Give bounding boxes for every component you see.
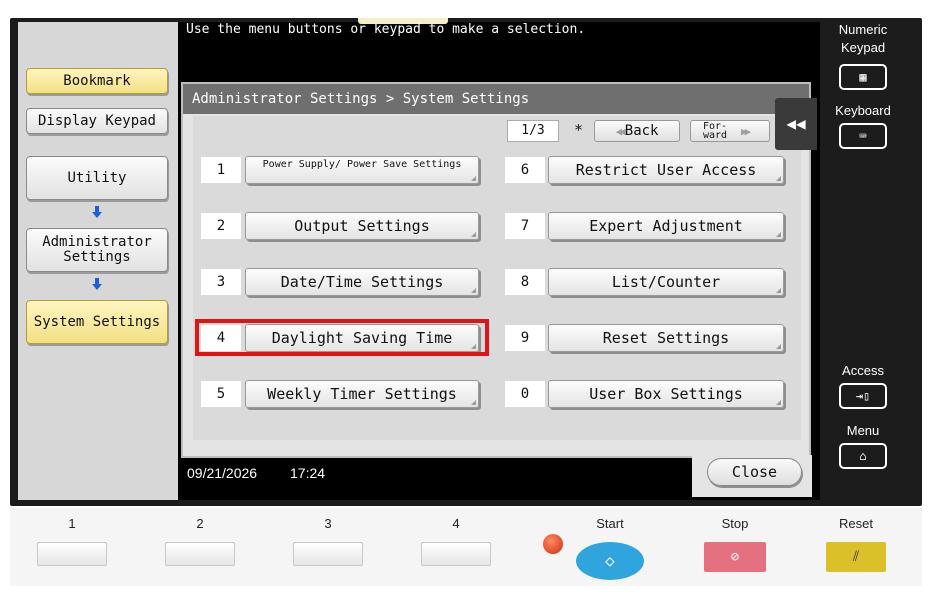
expert-adjustment-button[interactable]: Expert Adjustment	[548, 212, 784, 240]
access-label: Access	[842, 363, 884, 378]
menu-number: 3	[201, 269, 241, 295]
start-icon: ◇	[605, 551, 615, 570]
start-button[interactable]: ◇	[576, 542, 644, 580]
reset-button[interactable]: ⫽	[826, 542, 886, 572]
reset-settings-button[interactable]: Reset Settings	[548, 324, 784, 352]
numeric-keypad-label: Numeric Keypad	[838, 22, 888, 55]
user-box-settings-button[interactable]: User Box Settings	[548, 380, 784, 408]
breadcrumb: Administrator Settings > System Settings	[183, 84, 809, 114]
key-4-label: 4	[452, 516, 460, 531]
menu-number: 0	[505, 381, 545, 407]
selection-highlight	[195, 319, 489, 356]
system-settings-button[interactable]: System Settings	[26, 300, 168, 344]
numeric-keypad-icon[interactable]: ▦	[839, 64, 887, 90]
forward-label: For-ward	[702, 121, 728, 141]
hardware-key-2[interactable]	[165, 542, 235, 566]
status-time: 17:24	[290, 465, 326, 481]
status-bar: 09/21/2026 17:24	[181, 460, 692, 490]
output-settings-button[interactable]: Output Settings	[245, 212, 479, 240]
menu-number: 7	[505, 213, 545, 239]
double-right-arrow-icon: ▶▶	[741, 124, 751, 138]
weekly-timer-settings-button[interactable]: Weekly Timer Settings	[245, 380, 479, 408]
reset-icon: ⫽	[852, 549, 860, 565]
key-3-label: 3	[324, 516, 332, 531]
administrator-settings-button[interactable]: Administrator Settings	[26, 228, 168, 272]
star-icon: *	[574, 121, 584, 139]
power-supply-settings-button[interactable]: Power Supply/ Power Save Settings	[245, 156, 479, 184]
double-chevron-left-icon: ◀◀	[786, 114, 806, 133]
display-keypad-button[interactable]: Display Keypad	[26, 108, 168, 134]
double-left-arrow-icon: ◀◀	[615, 124, 626, 138]
display-keypad-label: Display Keypad	[37, 112, 156, 129]
stop-label: Stop	[721, 516, 749, 531]
reset-label: Reset	[839, 516, 873, 531]
menu-number: 6	[505, 157, 545, 183]
menu-number: 1	[201, 157, 241, 183]
forward-button[interactable]: For-ward ▶▶	[690, 120, 770, 142]
menu-number: 8	[505, 269, 545, 295]
home-icon[interactable]: ⌂	[839, 443, 887, 469]
list-counter-button[interactable]: List/Counter	[548, 268, 784, 296]
menu-number: 5	[201, 381, 241, 407]
status-led	[543, 534, 563, 554]
access-icon[interactable]: ⇥▯	[839, 383, 887, 409]
key-1-label: 1	[68, 516, 76, 531]
page-indicator: 1/3	[507, 120, 559, 142]
menu-number: 2	[201, 213, 241, 239]
status-date: 09/21/2026	[187, 465, 258, 481]
administrator-settings-label: Administrator Settings	[42, 234, 152, 265]
back-label: Back	[624, 123, 659, 139]
date-time-settings-button[interactable]: Date/Time Settings	[245, 268, 479, 296]
start-label: Start	[596, 516, 624, 531]
hardware-key-3[interactable]	[293, 542, 363, 566]
hardware-key-4[interactable]	[421, 542, 491, 566]
stop-icon: ⊘	[730, 549, 740, 565]
keyboard-icon[interactable]: ⌨	[839, 123, 887, 149]
keyboard-label: Keyboard	[835, 103, 891, 118]
menu-label: Menu	[846, 423, 880, 438]
bookmark-label: Bookmark	[63, 72, 131, 89]
instruction-message: Use the menu buttons or keypad to make a…	[186, 22, 586, 37]
hardware-key-1[interactable]	[37, 542, 107, 566]
restrict-user-access-button[interactable]: Restrict User Access	[548, 156, 784, 184]
back-button[interactable]: ◀◀ Back	[594, 120, 680, 142]
system-settings-label: System Settings	[33, 313, 161, 330]
key-2-label: 2	[196, 516, 204, 531]
stop-button[interactable]: ⊘	[704, 542, 766, 572]
collapse-panel-button[interactable]: ◀◀	[775, 98, 817, 150]
left-panel: Bookmark Display Keypad Utility Administ…	[18, 22, 178, 500]
close-button[interactable]: Close	[707, 458, 802, 486]
utility-label: Utility	[67, 169, 127, 186]
utility-button[interactable]: Utility	[26, 156, 168, 200]
bookmark-button[interactable]: Bookmark	[26, 68, 168, 94]
menu-number: 9	[505, 325, 545, 351]
